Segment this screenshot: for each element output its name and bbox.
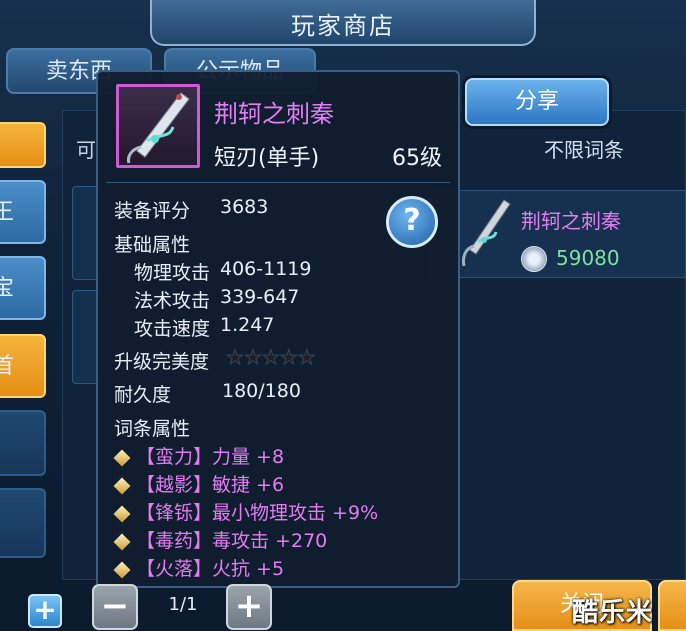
filter-dropdown[interactable]: 不限词条 [544, 134, 624, 163]
help-button[interactable]: ? [386, 196, 438, 248]
item-level: 65级 [392, 146, 442, 171]
sidebar-item-3[interactable]: 宝 [0, 256, 46, 320]
page-next-button[interactable]: + [226, 584, 272, 630]
share-button[interactable]: 分享 [465, 78, 609, 126]
mods-header: 词条属性 [114, 418, 191, 440]
sidebar-item-3-label: 宝 [0, 276, 15, 301]
mod-row: 【蛮力】力量 +8 [113, 442, 285, 469]
item-type: 短刃(单手) [214, 146, 320, 171]
durability-label: 耐久度 [114, 384, 172, 406]
silver-coin-icon [521, 246, 547, 272]
window-title: 玩家商店 [291, 12, 395, 40]
mod-row: 【越影】敏捷 +6 [113, 470, 285, 497]
tooltip-divider [106, 182, 450, 183]
list-item-name: 荆轲之刺秦 [521, 209, 621, 233]
mod-text: 敏捷 +6 [212, 474, 285, 496]
page-prev-button[interactable]: − [92, 584, 138, 630]
mod-row: 【锋铄】最小物理攻击 +9% [113, 498, 379, 525]
watermark-text: 酷乐米 [572, 598, 654, 628]
dagger-icon [127, 92, 190, 164]
stat-value: 1.247 [220, 314, 275, 336]
star-icon: ★ [226, 345, 245, 370]
sidebar-item-4[interactable]: 首 [0, 334, 46, 398]
stat-value: 406-1119 [220, 258, 312, 280]
mod-tag: 【越影】 [136, 474, 213, 496]
mod-text: 火抗 +5 [212, 558, 285, 580]
diamond-bullet-icon [113, 477, 131, 494]
mod-text: 毒攻击 +270 [212, 530, 328, 552]
sidebar-item-4-label: 首 [0, 354, 15, 379]
mod-row: 【火落】火抗 +5 [113, 554, 285, 581]
mod-text: 力量 +8 [212, 446, 285, 468]
page-indicator: 1/1 [168, 594, 198, 615]
durability-value: 180/180 [222, 380, 301, 402]
diamond-bullet-icon [113, 561, 131, 578]
stat-label: 攻击速度 [134, 318, 211, 340]
list-header-left: 可 [76, 138, 96, 162]
item-name: 荆轲之刺秦 [214, 100, 334, 128]
star-icon: ★ [261, 345, 280, 370]
dagger-icon [462, 199, 511, 267]
sidebar-item-6[interactable] [0, 488, 46, 558]
star-icon: ★ [243, 345, 262, 370]
diamond-bullet-icon [113, 505, 131, 522]
stat-label: 物理攻击 [134, 262, 211, 284]
perfection-label: 升级完美度 [114, 351, 210, 373]
diamond-bullet-icon [113, 449, 131, 466]
list-item-price: 59080 [556, 246, 620, 270]
sidebar-item-2-label: 王 [0, 200, 15, 225]
mod-tag: 【锋铄】 [136, 502, 213, 524]
stat-value: 339-647 [220, 286, 300, 308]
base-stats-header: 基础属性 [114, 234, 191, 256]
sidebar-item-2[interactable]: 王 [0, 180, 46, 244]
perfection-stars: ★★★★★ [226, 345, 317, 370]
sidebar-item-1[interactable] [0, 122, 46, 168]
diamond-bullet-icon [113, 533, 131, 550]
mod-tag: 【毒药】 [136, 530, 213, 552]
mod-row: 【毒药】毒攻击 +270 [113, 526, 328, 553]
star-icon: ★ [297, 345, 316, 370]
stat-label: 法术攻击 [134, 290, 211, 312]
extra-button[interactable] [658, 580, 686, 631]
score-label: 装备评分 [114, 200, 191, 222]
mod-tag: 【火落】 [136, 558, 213, 580]
star-icon: ★ [279, 345, 298, 370]
score-value: 3683 [220, 196, 269, 218]
mod-tag: 【蛮力】 [136, 446, 213, 468]
sidebar-item-5[interactable] [0, 410, 46, 476]
item-icon-frame [116, 84, 200, 168]
mod-text: 最小物理攻击 +9% [212, 502, 379, 524]
add-button[interactable]: + [28, 594, 62, 628]
